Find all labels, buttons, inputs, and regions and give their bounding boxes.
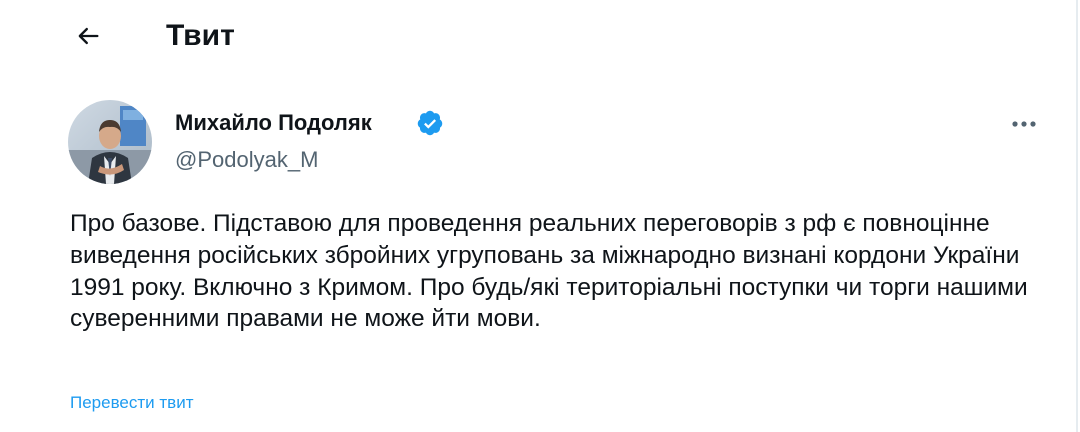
more-button[interactable]	[1002, 104, 1046, 144]
author-handle[interactable]: @Podolyak_M	[175, 146, 318, 174]
avatar[interactable]	[68, 100, 152, 184]
more-horizontal-icon	[1012, 121, 1036, 127]
tweet-detail-page: Твит Михайло Подоляк @Podolyak_M Про баз…	[0, 0, 1078, 432]
translate-tweet-link[interactable]: Перевести твит	[70, 392, 193, 414]
page-header: Твит	[0, 0, 1076, 78]
back-button[interactable]	[66, 14, 110, 58]
author-name[interactable]: Михайло Подоляк	[175, 109, 372, 137]
tweet-text: Про базове. Підставою для проведення реа…	[70, 210, 1028, 333]
avatar-photo	[68, 100, 152, 184]
verified-badge-icon	[417, 110, 443, 136]
arrow-left-icon	[78, 27, 99, 45]
page-title: Твит	[166, 19, 235, 52]
